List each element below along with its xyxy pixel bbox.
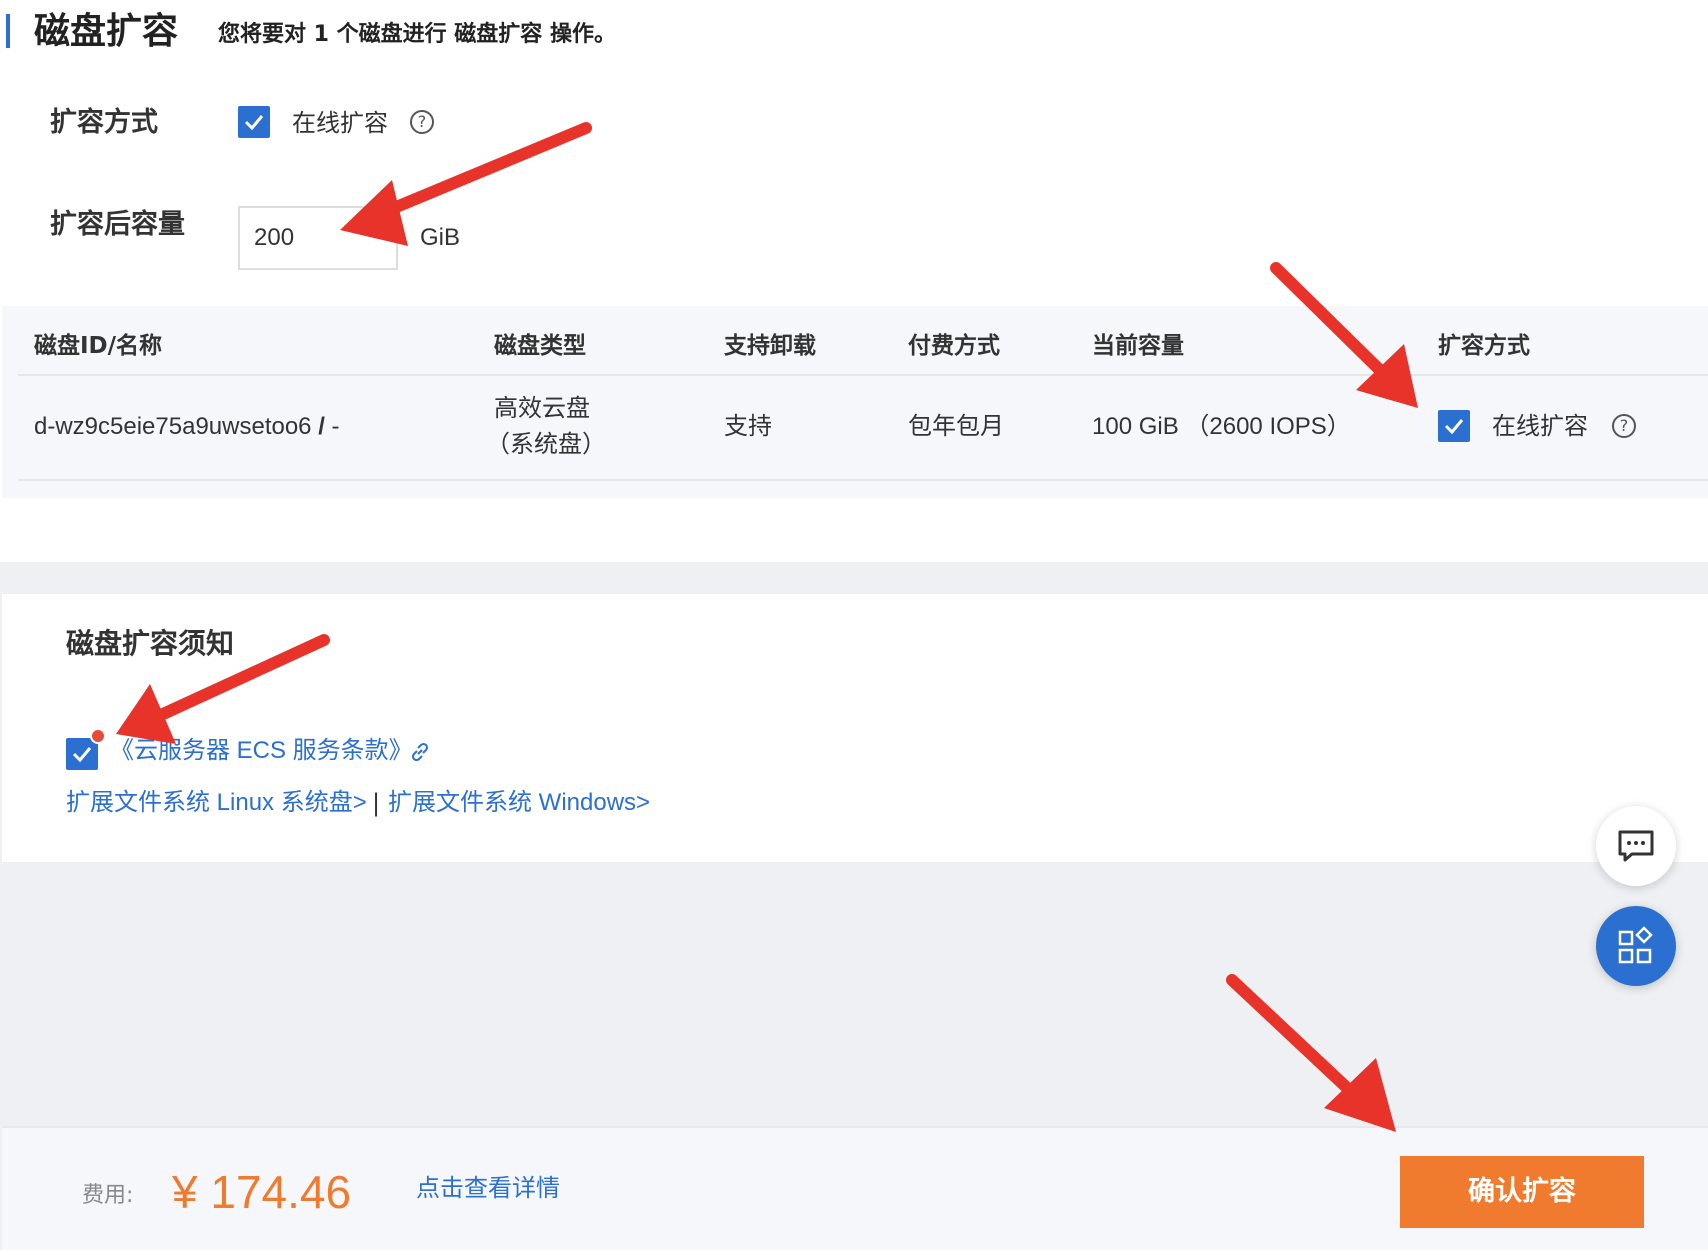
fee-amount: ¥ 174.46: [172, 1166, 352, 1218]
page-subtitle: 您将要对 1 个磁盘进行 磁盘扩容 操作。: [218, 22, 616, 47]
notice-panel: 磁盘扩容须知 《云服务器 ECS 服务条款》 扩展文件系统 Linux 系统盘>…: [2, 594, 1708, 862]
capacity-unit: GiB: [420, 224, 461, 251]
disk-name-separator: /: [318, 413, 325, 440]
col-header-billing: 付费方式: [908, 333, 1000, 359]
col-header-disk-type: 磁盘类型: [494, 333, 586, 359]
link-icon[interactable]: [408, 740, 432, 764]
title-accent-bar: [6, 14, 10, 48]
online-expand-checkbox[interactable]: [238, 106, 270, 138]
checkmark-icon: [1444, 419, 1464, 435]
checkmark-icon: [72, 747, 92, 763]
ecs-terms-link[interactable]: 《云服务器 ECS 服务条款》: [110, 734, 413, 768]
question-circle-icon[interactable]: ?: [1612, 414, 1636, 438]
capacity-label: 扩容后容量: [50, 209, 185, 240]
disk-type-line1: 高效云盘: [494, 395, 590, 422]
required-dot: [90, 728, 106, 744]
col-header-capacity: 当前容量: [1092, 333, 1184, 359]
disk-name: -: [331, 413, 340, 440]
linux-fs-link[interactable]: 扩展文件系统 Linux 系统盘>: [66, 786, 367, 820]
detachable-cell: 支持: [724, 413, 772, 440]
row-online-expand-checkbox[interactable]: [1438, 410, 1470, 442]
fee-detail-link[interactable]: 点击查看详情: [416, 1172, 560, 1206]
question-circle-icon[interactable]: ?: [410, 110, 434, 134]
capacity-cell: 100 GiB （2600 IOPS）: [1092, 413, 1351, 440]
row-method-label: 在线扩容: [1492, 413, 1588, 440]
col-header-method: 扩容方式: [1438, 333, 1530, 359]
chat-icon: [1618, 830, 1654, 862]
fee-label: 费用:: [82, 1183, 134, 1208]
footer-bar: 费用: ¥ 174.46 点击查看详情 确认扩容: [2, 1126, 1708, 1250]
confirm-expand-button[interactable]: 确认扩容: [1400, 1156, 1644, 1228]
online-expand-label: 在线扩容: [292, 109, 388, 137]
capacity-input[interactable]: [238, 206, 398, 270]
chat-button[interactable]: [1596, 806, 1676, 886]
method-label: 扩容方式: [50, 107, 158, 138]
header-divider: [18, 374, 1708, 376]
notice-title: 磁盘扩容须知: [66, 627, 235, 660]
col-header-detachable: 支持卸载: [724, 333, 816, 359]
windows-fs-link[interactable]: 扩展文件系统 Windows>: [388, 786, 650, 820]
disk-id: d-wz9c5eie75a9uwsetoo6: [34, 413, 312, 440]
disk-table: 磁盘ID/名称 磁盘类型 支持卸载 付费方式 当前容量 扩容方式 d-wz9c5…: [2, 306, 1708, 498]
page-title: 磁盘扩容: [34, 11, 179, 52]
apps-icon: [1618, 926, 1653, 964]
annotation-arrow: [1226, 974, 1396, 1132]
link-separator: |: [372, 789, 381, 817]
col-header-disk-id: 磁盘ID/名称: [34, 333, 163, 359]
disk-type-line2: （系统盘）: [486, 431, 606, 458]
checkmark-icon: [244, 115, 264, 131]
disk-expansion-panel: 磁盘扩容 您将要对 1 个磁盘进行 磁盘扩容 操作。 扩容方式 在线扩容 ? 扩…: [0, 0, 1708, 562]
apps-button[interactable]: [1596, 906, 1676, 986]
disk-id-cell: d-wz9c5eie75a9uwsetoo6 / -: [34, 410, 340, 444]
billing-cell: 包年包月: [908, 413, 1004, 440]
row-divider: [18, 479, 1708, 481]
